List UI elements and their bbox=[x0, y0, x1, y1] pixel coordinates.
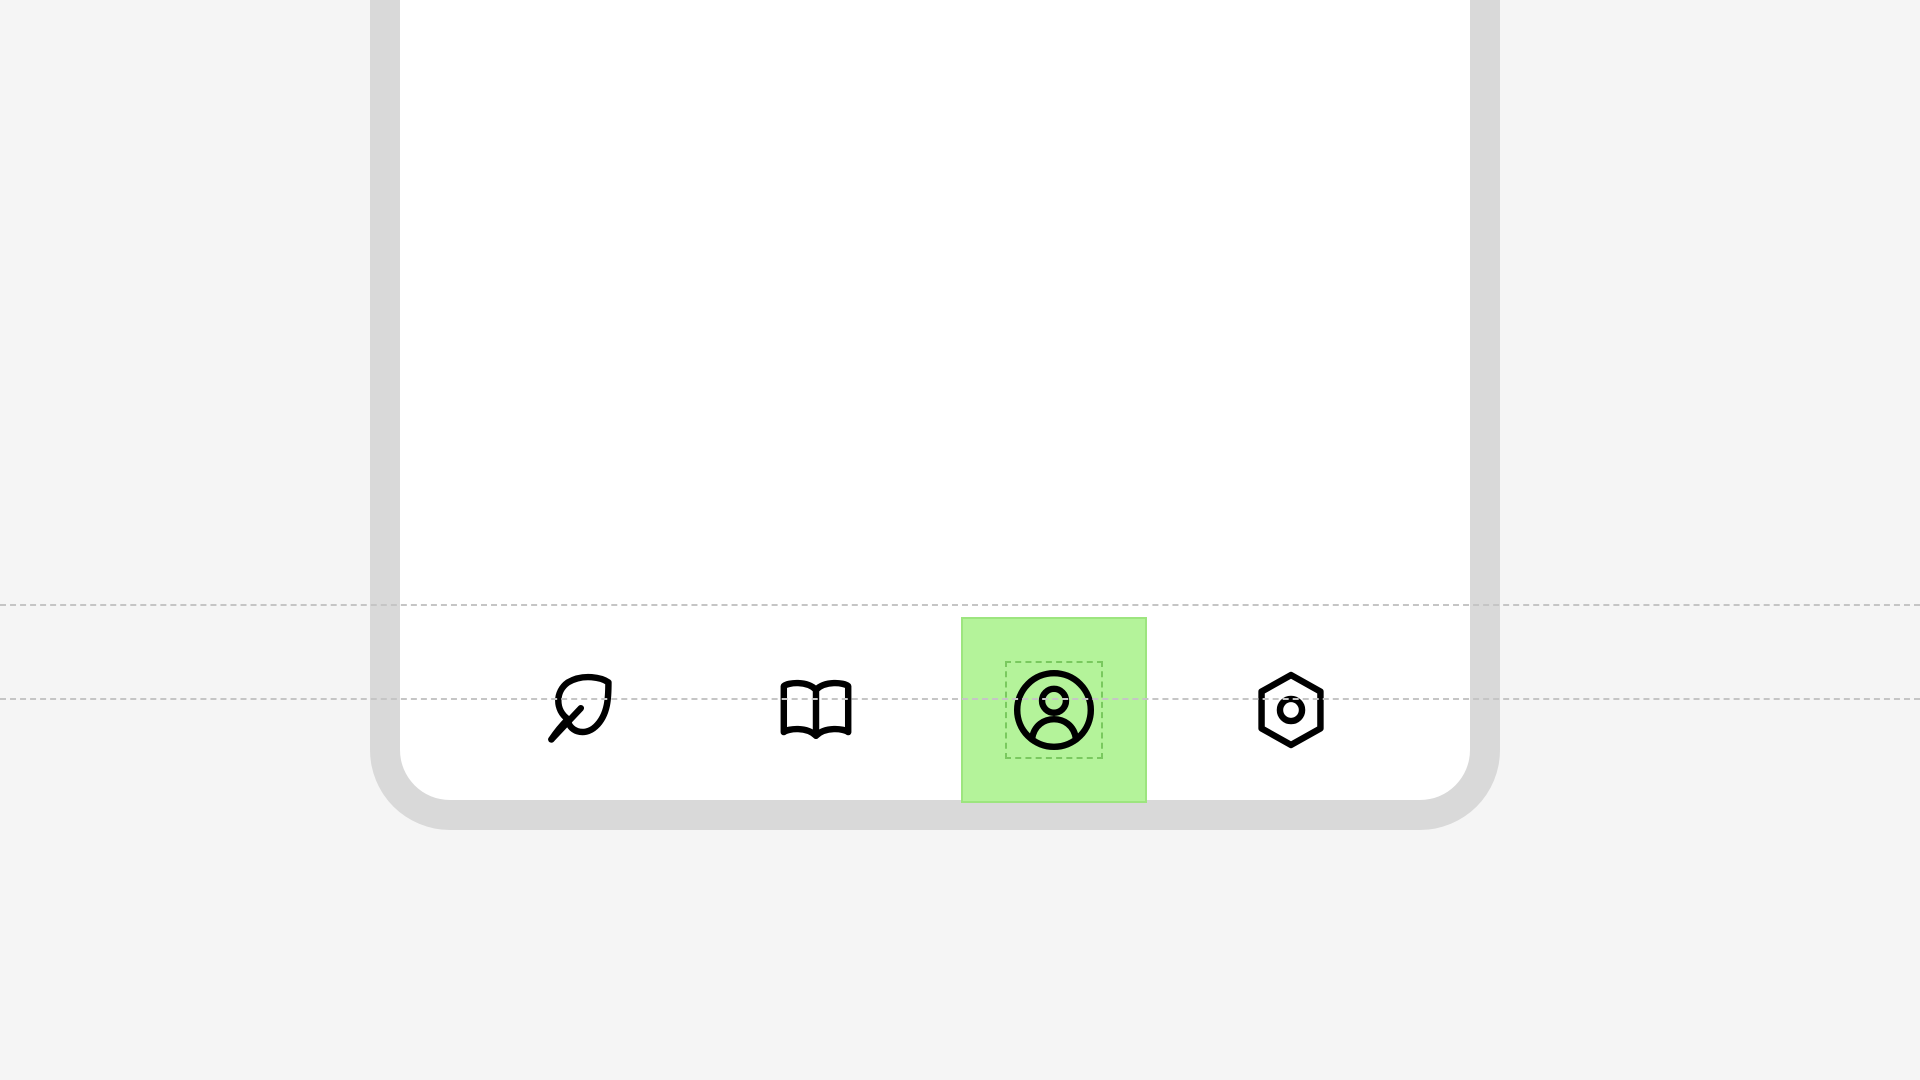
leaf-icon bbox=[533, 664, 625, 756]
bottom-navigation-bar bbox=[400, 640, 1470, 780]
nav-item-settings[interactable] bbox=[1198, 617, 1384, 803]
profile-icon bbox=[1008, 664, 1100, 756]
device-frame bbox=[370, 0, 1500, 830]
nav-item-book[interactable] bbox=[723, 617, 909, 803]
alignment-guideline-top bbox=[0, 604, 1920, 606]
alignment-guideline-bottom bbox=[0, 698, 1920, 700]
book-icon bbox=[770, 664, 862, 756]
nav-item-profile[interactable] bbox=[961, 617, 1147, 803]
settings-icon bbox=[1245, 664, 1337, 756]
device-screen bbox=[400, 0, 1470, 800]
nav-item-leaf[interactable] bbox=[486, 617, 672, 803]
